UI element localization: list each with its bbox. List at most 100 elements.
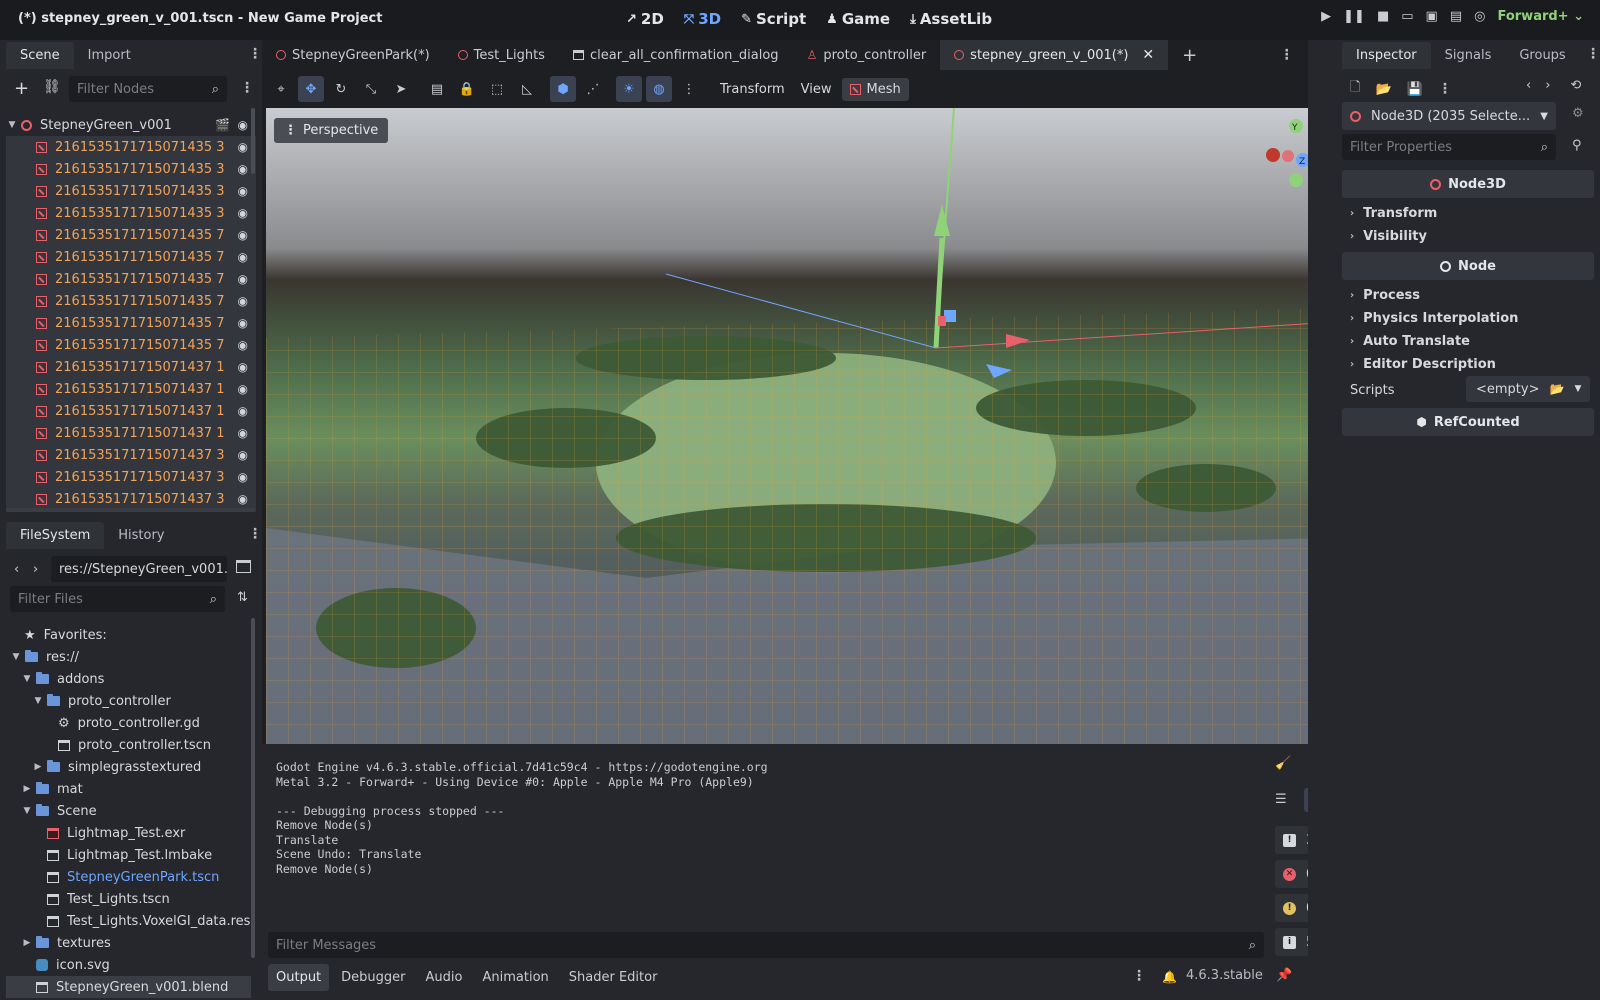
tab-scene[interactable]: Scene: [6, 41, 74, 69]
eye-icon[interactable]: ◉: [238, 140, 248, 154]
eye-icon[interactable]: ◉: [238, 250, 248, 264]
bottom-panel-menu-icon[interactable]: ⋮: [1132, 968, 1146, 984]
group-visibility[interactable]: › Visibility: [1336, 225, 1600, 248]
chevron-right-icon[interactable]: ▶: [21, 784, 33, 794]
clapper-icon[interactable]: 🎬: [215, 118, 230, 132]
list-select-icon[interactable]: ➤: [388, 76, 414, 102]
eye-icon[interactable]: ◉: [238, 118, 248, 132]
movie-maker-icon[interactable]: ◎: [1474, 9, 1485, 24]
new-tab-button[interactable]: +: [1168, 40, 1211, 70]
toolbar-menu-icon[interactable]: ⋮: [676, 76, 702, 102]
perspective-menu[interactable]: ⋮ Perspective: [274, 118, 389, 143]
fs-item[interactable]: ▶ simplegrasstextured: [6, 756, 251, 778]
eye-icon[interactable]: ◉: [238, 272, 248, 286]
snap-icon[interactable]: ⋰: [580, 76, 606, 102]
scene-node-row[interactable]: 2161535171715071437 1 ◉: [6, 356, 256, 378]
fs-item[interactable]: ▶ mat: [6, 778, 251, 800]
eye-icon[interactable]: ◉: [238, 206, 248, 220]
workspace-3d[interactable]: ⤧ 3D: [676, 6, 729, 32]
collapse-icon[interactable]: ☰: [1275, 792, 1287, 807]
eye-icon[interactable]: ◉: [238, 228, 248, 242]
add-node-icon[interactable]: +: [14, 78, 29, 99]
open-resource-icon[interactable]: 📂: [1375, 82, 1391, 97]
lock-selected-icon[interactable]: ▤: [424, 76, 450, 102]
tab-audio[interactable]: Audio: [418, 964, 471, 991]
tab-shader-editor[interactable]: Shader Editor: [561, 964, 666, 991]
scene-node-row[interactable]: 2161535171715071435 7 ◉: [6, 246, 256, 268]
stop-icon[interactable]: ■: [1377, 9, 1389, 24]
eye-icon[interactable]: ◉: [238, 184, 248, 198]
chevron-down-icon[interactable]: ▼: [1574, 384, 1581, 394]
scene-node-row[interactable]: 2161535171715071435 7 ◉: [6, 224, 256, 246]
group-auto-translate[interactable]: › Auto Translate: [1336, 330, 1600, 353]
close-icon[interactable]: ✕: [1142, 47, 1154, 63]
save-resource-icon[interactable]: 💾: [1407, 82, 1423, 97]
group-process[interactable]: › Process: [1336, 284, 1600, 307]
tab-output[interactable]: Output: [268, 964, 330, 991]
scene-node-row[interactable]: 2161535171715071437 3 ◉: [6, 488, 256, 510]
fs-item[interactable]: ▼ res://: [6, 646, 251, 668]
scene-node-row[interactable]: 2161535171715071435 3 ◉: [6, 202, 256, 224]
pin-icon[interactable]: 📌: [1276, 968, 1292, 983]
scene-tree-scrollbar[interactable]: [251, 108, 255, 174]
scene-node-row[interactable]: 2161535171715071435 7 ◉: [6, 268, 256, 290]
play-custom-scene-icon[interactable]: ▤: [1450, 9, 1462, 24]
scene-node-row[interactable]: 2161535171715071437 3 ◉: [6, 444, 256, 466]
chevron-right-icon[interactable]: ▶: [32, 762, 44, 772]
scene-tabs-menu-icon[interactable]: ⋮: [1280, 47, 1294, 63]
filesystem-menu-icon[interactable]: ⋮: [248, 526, 262, 542]
workspace-2d[interactable]: ↗ 2D: [618, 6, 672, 32]
path-field[interactable]: res://StepneyGreen_v001.: [51, 556, 228, 582]
pause-icon[interactable]: ❚❚: [1343, 9, 1365, 24]
eye-icon[interactable]: ◉: [238, 360, 248, 374]
tab-debugger[interactable]: Debugger: [333, 964, 413, 991]
object-properties-icon[interactable]: ⚙: [1572, 106, 1584, 121]
favorites-row[interactable]: ★ Favorites:: [6, 624, 251, 646]
filter-files-input[interactable]: Filter Files ⌕: [10, 586, 225, 612]
tab-filesystem[interactable]: FileSystem: [6, 521, 105, 549]
scene-node-row[interactable]: 2161535171715071435 7 ◉: [6, 290, 256, 312]
play-scene-icon[interactable]: ▣: [1426, 9, 1438, 24]
tab-test-lights[interactable]: Test_Lights: [444, 40, 559, 70]
scene-filter-menu-icon[interactable]: ⋮: [240, 80, 254, 96]
workspace-script[interactable]: ✎ Script: [733, 6, 814, 32]
eye-icon[interactable]: ◉: [238, 316, 248, 330]
history-forward-icon[interactable]: ›: [1545, 78, 1550, 93]
local-space-icon[interactable]: ⬢: [550, 76, 576, 102]
scene-node-row[interactable]: 2161535171715071437 1 ◉: [6, 378, 256, 400]
eye-icon[interactable]: ◉: [238, 382, 248, 396]
tab-clear-all-dialog[interactable]: clear_all_confirmation_dialog: [559, 40, 793, 70]
eye-icon[interactable]: ◉: [238, 426, 248, 440]
chevron-down-icon[interactable]: ▼: [21, 674, 33, 684]
transform-menu[interactable]: Transform: [714, 82, 791, 97]
remote-debug-icon[interactable]: ▭: [1401, 9, 1413, 24]
fs-item[interactable]: StepneyGreenPark.tscn: [6, 866, 251, 888]
fs-item[interactable]: icon.svg: [6, 954, 251, 976]
resource-menu-icon[interactable]: ⋮: [1438, 81, 1452, 97]
3d-viewport[interactable]: Y X Z ⋮Perspective: [266, 108, 1334, 744]
tab-proto-controller[interactable]: ♙ proto_controller: [793, 40, 941, 70]
fs-item[interactable]: Lightmap_Test.exr: [6, 822, 251, 844]
scene-node-row[interactable]: 2161535171715071437 1 ◉: [6, 422, 256, 444]
move-tool-icon[interactable]: ✥: [298, 76, 324, 102]
tab-animation[interactable]: Animation: [474, 964, 556, 991]
tab-stepneygreenpark[interactable]: StepneyGreenPark(*): [262, 40, 444, 70]
view-menu[interactable]: View: [795, 82, 838, 97]
new-resource-icon[interactable]: 🗋: [1350, 78, 1360, 100]
version-label[interactable]: 4.6.3.stable: [1186, 968, 1263, 983]
fs-item[interactable]: ▶ textures: [6, 932, 251, 954]
workspace-game[interactable]: ♟ Game: [818, 6, 898, 32]
group-editor-description[interactable]: › Editor Description: [1336, 353, 1600, 376]
filter-messages-input[interactable]: Filter Messages ⌕: [268, 932, 1264, 958]
scene-node-row[interactable]: 2161535171715071435 3 ◉: [6, 158, 256, 180]
rotate-tool-icon[interactable]: ↻: [328, 76, 354, 102]
tab-signals[interactable]: Signals: [1431, 42, 1506, 69]
environment-preview-icon[interactable]: ◍: [646, 76, 672, 102]
chevron-down-icon[interactable]: ▼: [10, 652, 22, 662]
fs-item[interactable]: StepneyGreen_v001.blend: [6, 976, 251, 998]
group-physics-interpolation[interactable]: › Physics Interpolation: [1336, 307, 1600, 330]
fs-item[interactable]: Test_Lights.tscn: [6, 888, 251, 910]
scale-tool-icon[interactable]: ⤡: [358, 76, 384, 102]
tab-groups[interactable]: Groups: [1505, 42, 1579, 69]
instance-scene-icon[interactable]: ⛓: [43, 79, 61, 95]
